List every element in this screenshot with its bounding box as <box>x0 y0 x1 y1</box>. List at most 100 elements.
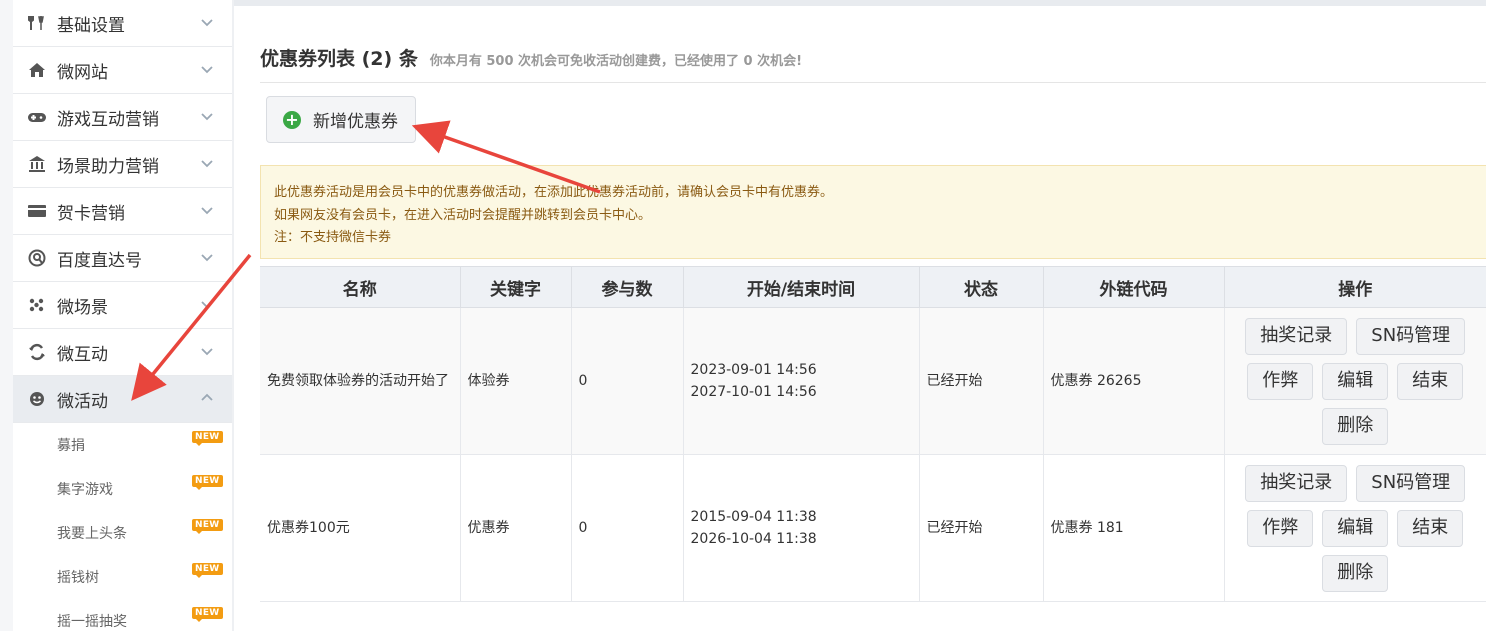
add-coupon-label: 新增优惠券 <box>313 112 398 132</box>
end-button[interactable]: 结束 <box>1397 509 1464 547</box>
column-header: 参与数 <box>571 266 684 308</box>
tools-icon <box>27 13 47 33</box>
chevron-down-icon <box>201 207 213 215</box>
edit-button[interactable]: 编辑 <box>1322 362 1389 400</box>
end-time: 2026-10-04 11:38 <box>690 531 817 547</box>
sidebar-item-label: 基础设置 <box>57 15 125 36</box>
sidebar-item-label: 微网站 <box>57 62 108 83</box>
cell-time: 2015-09-04 11:38 2026-10-04 11:38 <box>683 454 920 602</box>
new-badge: NEW <box>192 475 223 490</box>
cell-link-code: 优惠券 26265 <box>1043 307 1225 455</box>
sidebar-item-micro-interact[interactable]: 微互动 <box>13 329 232 376</box>
notice-line: 此优惠券活动是用会员卡中的优惠券做活动，在添加此优惠券活动前，请确认会员卡中有优… <box>274 185 834 200</box>
sidebar-item-baidu-direct[interactable]: 百度直达号 <box>13 235 232 282</box>
start-time: 2023-09-01 14:56 <box>690 362 817 378</box>
chevron-down-icon <box>201 301 213 309</box>
table-row: 免费领取体验券的活动开始了 体验券 0 2023-09-01 14:56 202… <box>260 307 1486 455</box>
column-header: 外链代码 <box>1043 266 1225 308</box>
cell-name: 优惠券100元 <box>260 454 461 602</box>
column-header: 操作 <box>1224 266 1486 308</box>
dots-icon <box>27 295 47 315</box>
lottery-records-button[interactable]: 抽奖记录 <box>1245 317 1348 355</box>
end-button[interactable]: 结束 <box>1397 362 1464 400</box>
column-header: 关键字 <box>460 266 572 308</box>
submenu-item-shake-lottery[interactable]: 摇一摇抽奖 NEW <box>13 599 232 631</box>
sidebar-item-label: 游戏互动营销 <box>57 109 159 130</box>
interact-icon <box>27 342 47 362</box>
new-badge: NEW <box>192 607 223 622</box>
activity-icon <box>27 389 47 409</box>
cell-name: 免费领取体验券的活动开始了 <box>260 307 461 455</box>
submenu-item-headline[interactable]: 我要上头条 NEW <box>13 511 232 555</box>
lottery-records-button[interactable]: 抽奖记录 <box>1245 464 1348 502</box>
gamepad-icon <box>27 107 47 127</box>
left-edge-bar <box>0 0 14 631</box>
chevron-down-icon <box>201 19 213 27</box>
home-icon <box>27 60 47 80</box>
notice-line: 注：不支持微信卡券 <box>274 230 392 245</box>
cheat-button[interactable]: 作弊 <box>1247 509 1314 547</box>
submenu-item-money-tree[interactable]: 摇钱树 NEW <box>13 555 232 599</box>
table-row: 优惠券100元 优惠券 0 2015-09-04 11:38 2026-10-0… <box>260 454 1486 602</box>
sidebar-item-micro-activity[interactable]: 微活动 <box>13 376 232 423</box>
top-strip <box>234 0 1486 6</box>
sidebar-item-label: 场景助力营销 <box>57 156 159 177</box>
cheat-button[interactable]: 作弊 <box>1247 362 1314 400</box>
sn-manage-button[interactable]: SN码管理 <box>1356 464 1466 502</box>
sidebar-item-label: 微场景 <box>57 297 108 318</box>
cell-participants: 0 <box>571 454 684 602</box>
submenu-item-label: 摇一摇抽奖 <box>57 614 127 630</box>
delete-button[interactable]: 删除 <box>1322 407 1389 445</box>
sidebar-item-label: 贺卡营销 <box>57 203 125 224</box>
submenu-item-word-game[interactable]: 集字游戏 NEW <box>13 467 232 511</box>
table-header-row: 名称 关键字 参与数 开始/结束时间 状态 外链代码 操作 <box>260 266 1486 308</box>
sidebar-item-scene-marketing[interactable]: 场景助力营销 <box>13 141 232 188</box>
new-badge: NEW <box>192 563 223 578</box>
new-badge: NEW <box>192 519 223 534</box>
end-time: 2027-10-01 14:56 <box>690 384 817 400</box>
chevron-down-icon <box>201 113 213 121</box>
chevron-down-icon <box>201 160 213 168</box>
chevron-down-icon <box>201 254 213 262</box>
sidebar-item-label: 百度直达号 <box>57 250 142 271</box>
sidebar-divider <box>232 0 234 631</box>
cell-keyword: 体验券 <box>460 307 572 455</box>
chevron-down-icon <box>201 66 213 74</box>
cell-participants: 0 <box>571 307 684 455</box>
sidebar-item-label: 微活动 <box>57 391 108 412</box>
sidebar-item-microsite[interactable]: 微网站 <box>13 47 232 94</box>
submenu-item-label: 摇钱树 <box>57 570 99 586</box>
sidebar-item-basic-settings[interactable]: 基础设置 <box>13 0 232 47</box>
submenu-item-label: 募捐 <box>57 438 85 454</box>
bank-icon <box>27 154 47 174</box>
page-heading: 优惠券列表 (2) 条 你本月有 500 次机会可免收活动创建费，已经使用了 0… <box>260 44 802 71</box>
page-subtitle: 你本月有 500 次机会可免收活动创建费，已经使用了 0 次机会! <box>429 54 803 69</box>
chevron-up-icon <box>201 393 213 401</box>
coupon-table: 名称 关键字 参与数 开始/结束时间 状态 外链代码 操作 免费领取体验券的活动… <box>260 266 1486 602</box>
column-header: 名称 <box>260 266 461 308</box>
chevron-down-icon <box>201 348 213 356</box>
sidebar-item-micro-scene[interactable]: 微场景 <box>13 282 232 329</box>
sidebar-item-game-marketing[interactable]: 游戏互动营销 <box>13 94 232 141</box>
cell-actions: 抽奖记录 SN码管理 作弊 编辑 结束 删除 <box>1224 307 1486 455</box>
notice-box: 此优惠券活动是用会员卡中的优惠券做活动，在添加此优惠券活动前，请确认会员卡中有优… <box>260 165 1486 259</box>
page-title: 优惠券列表 (2) 条 <box>260 48 418 70</box>
column-header: 状态 <box>919 266 1044 308</box>
status-text: 已经开始 <box>919 307 1044 455</box>
sidebar-item-greeting-card[interactable]: 贺卡营销 <box>13 188 232 235</box>
delete-button[interactable]: 删除 <box>1322 554 1389 592</box>
cell-link-code: 优惠券 181 <box>1043 454 1225 602</box>
cell-actions: 抽奖记录 SN码管理 作弊 编辑 结束 删除 <box>1224 454 1486 602</box>
add-coupon-button[interactable]: + 新增优惠券 <box>266 96 416 143</box>
cell-time: 2023-09-01 14:56 2027-10-01 14:56 <box>683 307 920 455</box>
status-text: 已经开始 <box>919 454 1044 602</box>
start-time: 2015-09-04 11:38 <box>690 509 817 525</box>
sidebar-item-label: 微互动 <box>57 344 108 365</box>
sn-manage-button[interactable]: SN码管理 <box>1356 317 1466 355</box>
submenu-item-donation[interactable]: 募捐 NEW <box>13 423 232 467</box>
heading-divider <box>260 82 1486 83</box>
baidu-icon <box>27 248 47 268</box>
submenu-item-label: 我要上头条 <box>57 526 127 542</box>
edit-button[interactable]: 编辑 <box>1322 509 1389 547</box>
cell-keyword: 优惠券 <box>460 454 572 602</box>
